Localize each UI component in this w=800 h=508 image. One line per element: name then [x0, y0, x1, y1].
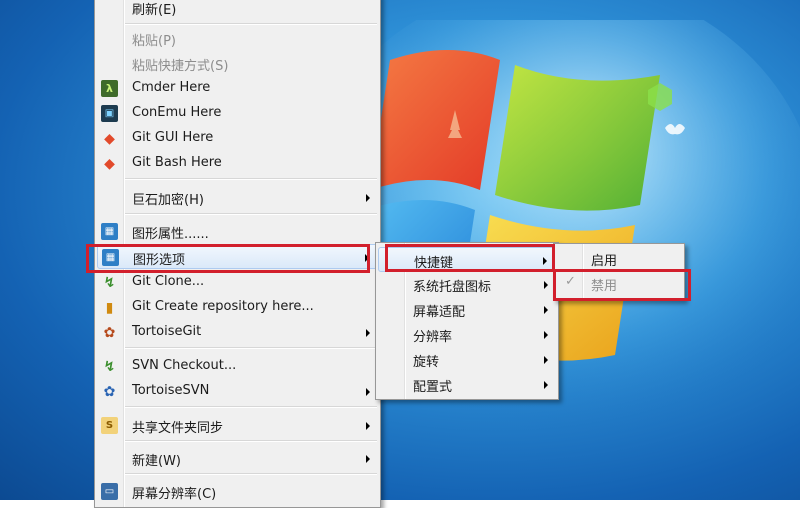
menu-item-label: Git Clone... [132, 274, 205, 289]
conemu-icon: ▣ [101, 105, 118, 122]
menu-item-label: 新建(W) [132, 454, 181, 469]
screen-resolution-icon: ▭ [101, 483, 118, 500]
git-clone-icon: ↯ [103, 274, 116, 291]
submenu-arrow-icon [544, 356, 548, 364]
menu-item-label: 粘贴(P) [132, 34, 176, 49]
menu-item-label: 刷新(E) [132, 3, 177, 18]
submenu-item-profiles[interactable]: 配置式 [378, 372, 556, 397]
menu-item-label: Git Bash Here [132, 155, 222, 170]
menu-item-tortoisegit[interactable]: ✿ TortoiseGit [97, 320, 378, 345]
menu-item-graphics-properties[interactable]: ▦ 图形属性...... [97, 219, 378, 244]
intel-graphics-icon: ▦ [101, 223, 118, 240]
menu-item-git-gui-here[interactable]: ◆ Git GUI Here [97, 126, 378, 151]
menu-item-screen-resolution[interactable]: ▭ 屏幕分辨率(C) [97, 479, 378, 504]
menu-item-jushi-encrypt[interactable]: 巨石加密(H) [97, 185, 378, 210]
menu-item-label: Git Create repository here... [132, 299, 314, 314]
submenu-arrow-icon [366, 194, 370, 202]
submenu-arrow-icon [544, 331, 548, 339]
git-bash-icon: ◆ [104, 155, 115, 172]
menu-item-git-clone[interactable]: ↯ Git Clone... [97, 270, 378, 295]
submenu-item-label: 屏幕适配 [413, 305, 466, 320]
menu-item-label: ConEmu Here [132, 105, 222, 120]
submenu-item-hotkeys[interactable]: 快捷键 [378, 247, 556, 272]
menu-separator [125, 347, 377, 349]
menu-item-git-create-repo[interactable]: ▮ Git Create repository here... [97, 295, 378, 320]
submenu-arrow-icon [366, 422, 370, 430]
menu-item-graphics-options[interactable]: ▦ 图形选项 [97, 244, 378, 269]
submenu-item-rotation[interactable]: 旋转 [378, 347, 556, 372]
menu-item-label: 图形选项 [133, 253, 186, 268]
menu-separator [125, 406, 377, 408]
submenu-arrow-icon [366, 388, 370, 396]
submenu-item-label: 配置式 [413, 380, 453, 395]
git-create-repo-icon: ▮ [105, 299, 114, 316]
menu-separator [125, 23, 377, 25]
submenu-arrow-icon [366, 329, 370, 337]
tortoisesvn-icon: ✿ [103, 383, 116, 400]
menu-item-label: Git GUI Here [132, 130, 214, 145]
menu-item-label: 图形属性...... [132, 227, 209, 242]
menu-item-new[interactable]: 新建(W) [97, 446, 378, 471]
svn-checkout-icon: ↯ [103, 358, 116, 375]
submenu-item-label: 启用 [591, 254, 618, 269]
desktop-context-menu: 刷新(E) 粘贴(P) 粘贴快捷方式(S) λ Cmder Here ▣ Con… [94, 0, 381, 508]
menu-item-label: 屏幕分辨率(C) [132, 487, 217, 502]
submenu-item-label: 禁用 [591, 279, 618, 294]
cmder-icon: λ [101, 80, 118, 97]
submenu-item-screen-fit[interactable]: 屏幕适配 [378, 297, 556, 322]
menu-item-label: 巨石加密(H) [132, 193, 204, 208]
menu-item-share-folder-sync[interactable]: S 共享文件夹同步 [97, 413, 378, 438]
menu-item-paste-shortcut[interactable]: 粘贴快捷方式(S) [97, 51, 378, 76]
git-gui-icon: ◆ [104, 130, 115, 147]
submenu-arrow-icon [543, 257, 547, 265]
menu-item-label: 粘贴快捷方式(S) [132, 59, 229, 74]
menu-item-label: TortoiseGit [132, 324, 202, 339]
menu-item-tortoisesvn[interactable]: ✿ TortoiseSVN [97, 379, 378, 404]
intel-graphics-icon: ▦ [102, 249, 119, 266]
submenu-item-label: 系统托盘图标 [413, 280, 492, 295]
menu-separator [125, 213, 377, 215]
submenu-arrow-icon [366, 455, 370, 463]
submenu-item-resolution[interactable]: 分辨率 [378, 322, 556, 347]
menu-separator [125, 440, 377, 442]
submenu-item-tray-icon[interactable]: 系统托盘图标 [378, 272, 556, 297]
menu-item-conemu-here[interactable]: ▣ ConEmu Here [97, 101, 378, 126]
menu-item-label: Cmder Here [132, 80, 211, 95]
menu-separator [125, 473, 377, 475]
submenu-item-label: 快捷键 [414, 256, 454, 271]
menu-item-cmder-here[interactable]: λ Cmder Here [97, 76, 378, 101]
submenu-arrow-icon [544, 306, 548, 314]
menu-separator [125, 178, 377, 180]
submenu-arrow-icon [365, 254, 369, 262]
submenu-item-label: 分辨率 [413, 330, 453, 345]
tortoisegit-icon: ✿ [103, 324, 116, 341]
graphics-options-submenu: 快捷键 系统托盘图标 屏幕适配 分辨率 旋转 配置式 [375, 242, 559, 400]
menu-item-label: 共享文件夹同步 [132, 421, 224, 436]
hotkeys-submenu: 启用 ✓ 禁用 [553, 243, 685, 301]
menu-item-svn-checkout[interactable]: ↯ SVN Checkout... [97, 354, 378, 379]
menu-item-label: TortoiseSVN [132, 383, 210, 398]
submenu-item-disable[interactable]: ✓ 禁用 [556, 271, 682, 296]
menu-item-git-bash-here[interactable]: ◆ Git Bash Here [97, 151, 378, 176]
menu-item-label: SVN Checkout... [132, 358, 237, 373]
submenu-arrow-icon [544, 281, 548, 289]
submenu-arrow-icon [544, 381, 548, 389]
submenu-item-enable[interactable]: 启用 [556, 246, 682, 271]
share-sync-icon: S [101, 417, 118, 434]
checkmark-icon: ✓ [565, 274, 576, 289]
menu-item-refresh[interactable]: 刷新(E) [97, 0, 378, 20]
submenu-item-label: 旋转 [413, 355, 440, 370]
menu-item-paste[interactable]: 粘贴(P) [97, 26, 378, 51]
